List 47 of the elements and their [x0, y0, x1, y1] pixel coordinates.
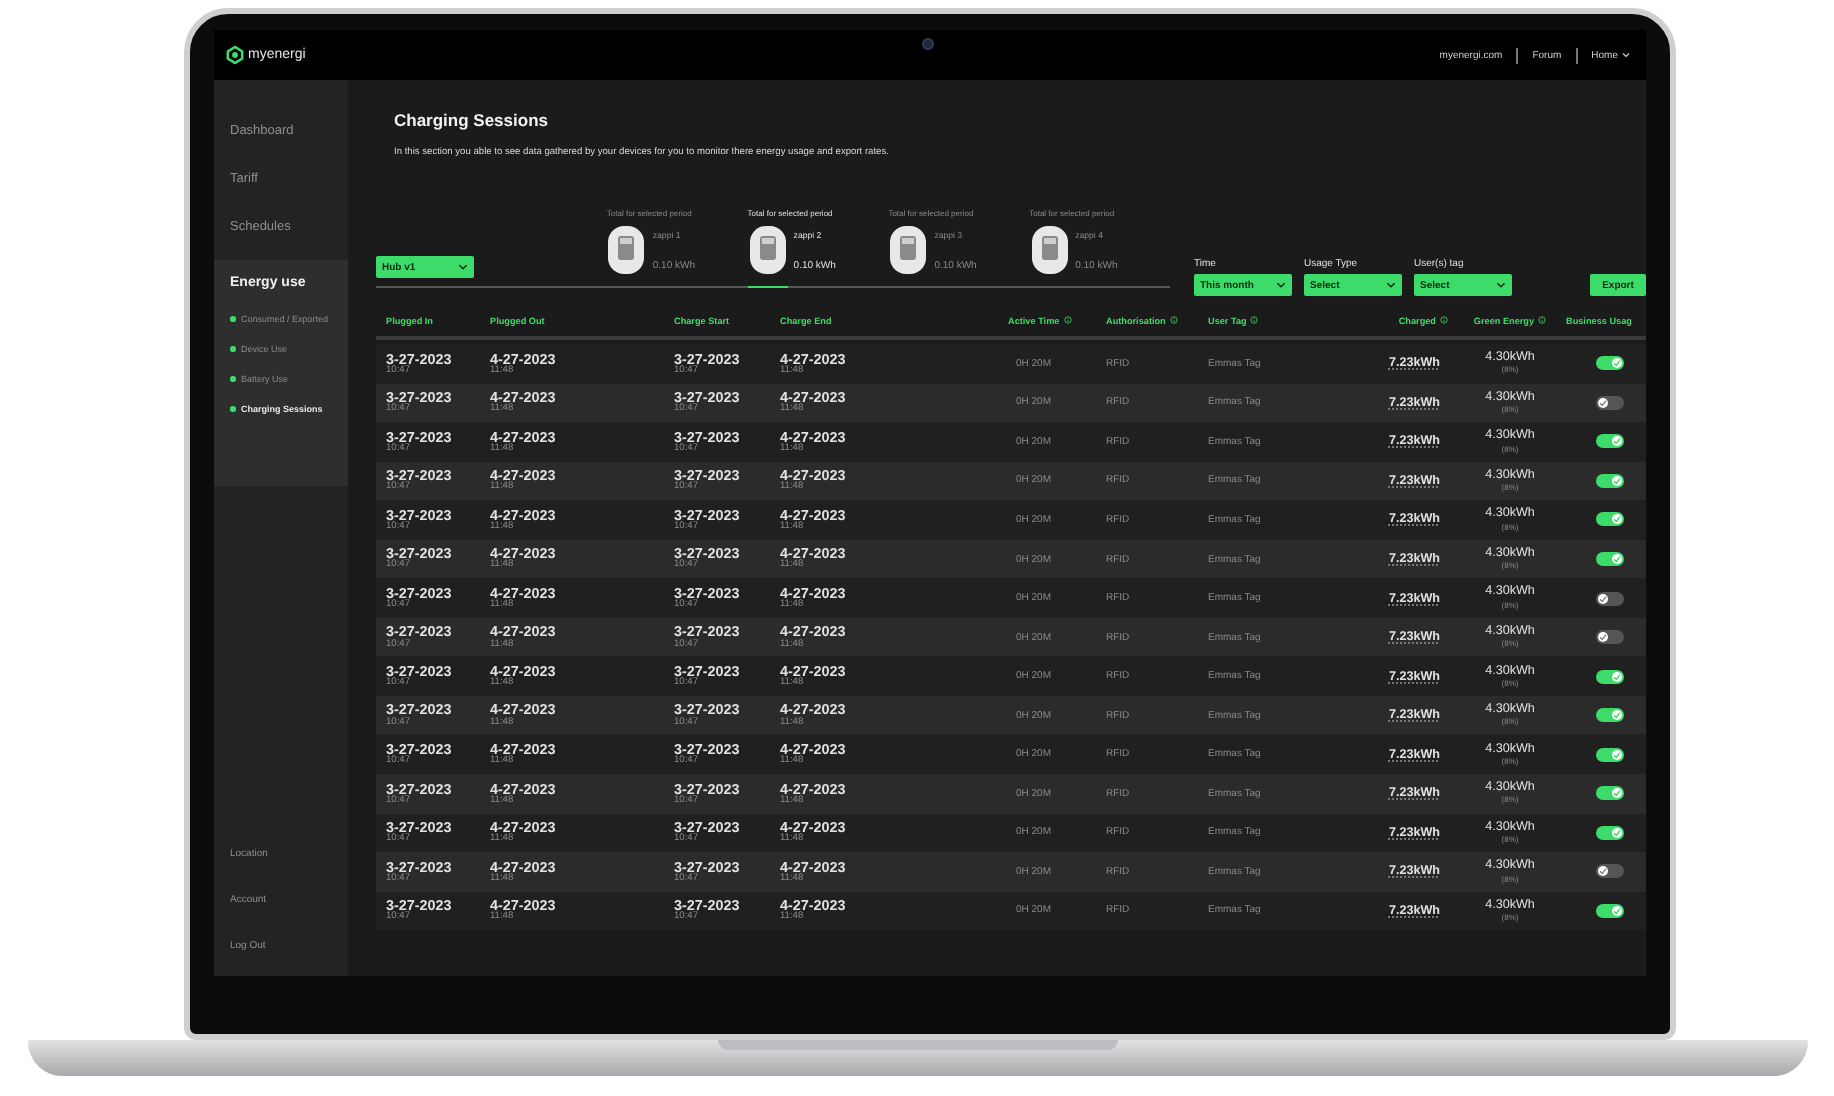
caret-icon — [1276, 282, 1286, 288]
caret-icon — [1386, 282, 1396, 288]
info-icon — [1063, 316, 1072, 324]
check-icon — [1612, 788, 1622, 799]
logo-icon — [226, 46, 244, 64]
check-icon — [1598, 593, 1608, 604]
toggle-switch[interactable] — [1596, 708, 1624, 723]
info-icon — [1538, 316, 1547, 324]
camera-icon — [922, 37, 934, 49]
caret-icon — [458, 264, 469, 270]
charger-icon — [1029, 224, 1070, 276]
caret-icon — [1622, 52, 1630, 58]
charger-icon — [606, 224, 647, 276]
page-title: Charging Sessions — [394, 110, 550, 130]
toggle-switch[interactable] — [1596, 903, 1624, 918]
check-icon — [1612, 671, 1622, 682]
check-icon — [1612, 436, 1622, 447]
check-icon — [1612, 827, 1622, 838]
toggle-switch[interactable] — [1596, 434, 1624, 449]
toggle-switch[interactable] — [1596, 473, 1624, 488]
check-icon — [1598, 866, 1608, 877]
info-icon — [1440, 316, 1448, 324]
toggle-switch[interactable] — [1596, 669, 1624, 684]
info-icon — [1169, 316, 1178, 324]
toggle-switch[interactable] — [1596, 825, 1624, 840]
check-icon — [1612, 710, 1622, 721]
check-icon — [1598, 632, 1608, 643]
toggle-switch[interactable] — [1596, 552, 1624, 566]
charger-icon — [747, 224, 788, 276]
caret-icon — [1496, 282, 1506, 288]
info-icon — [1250, 316, 1259, 324]
toggle-switch[interactable] — [1596, 512, 1624, 527]
toggle-switch[interactable] — [1596, 747, 1624, 762]
toggle-switch[interactable] — [1596, 395, 1624, 410]
check-icon — [1612, 514, 1622, 525]
toggle-switch[interactable] — [1596, 864, 1624, 879]
check-icon — [1612, 905, 1622, 916]
toggle-switch[interactable] — [1596, 786, 1624, 801]
check-icon — [1612, 554, 1622, 564]
toggle-switch[interactable] — [1596, 591, 1624, 606]
charger-icon — [888, 224, 929, 276]
check-icon — [1598, 397, 1608, 408]
check-icon — [1612, 358, 1622, 369]
toggle-switch[interactable] — [1596, 356, 1624, 371]
check-icon — [1612, 475, 1622, 486]
check-icon — [1612, 749, 1622, 760]
toggle-switch[interactable] — [1596, 630, 1624, 645]
